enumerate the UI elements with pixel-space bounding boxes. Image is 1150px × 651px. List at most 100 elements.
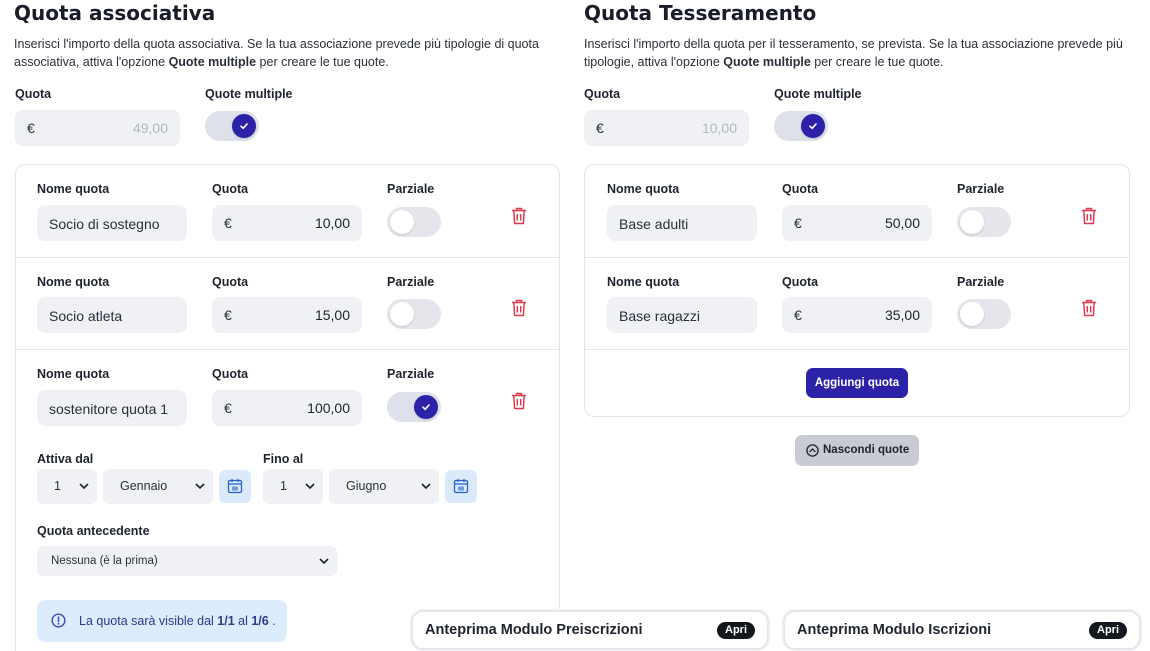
preview-registration-bar[interactable]: Anteprima Modulo Iscrizioni Apri [783,610,1141,650]
check-icon [809,123,817,130]
until-calendar-button[interactable] [445,470,477,503]
right-description: Inserisci l'importo della quota per il t… [584,35,1129,71]
right-multiple-label: Quote multiple [774,87,862,101]
row-name-label: Nome quota [37,367,110,381]
visibility-info-text: La quota sarà visible dal 1/1 al 1/6 . [79,614,276,628]
divider [585,257,1129,258]
row-name-label: Nome quota [607,182,680,196]
info-to-date: 1/6 [251,614,269,628]
left-description: Inserisci l'importo della quota associat… [14,35,560,71]
left-multiple-label: Quote multiple [205,87,293,101]
active-from-month-select[interactable]: Gennaio [103,469,213,504]
until-month-select[interactable]: Giugno [329,469,439,504]
currency-symbol: € [794,215,802,231]
left-multiple-toggle[interactable] [205,111,259,141]
left-quota-input[interactable]: € 49,00 [15,110,180,146]
preview-title: Anteprima Modulo Iscrizioni [797,622,992,638]
preview-title: Anteprima Modulo Preiscrizioni [425,622,643,638]
active-from-label: Attiva dal [37,452,94,466]
currency-symbol: € [224,400,232,416]
open-button[interactable]: Apri [717,622,755,639]
row-name-input[interactable]: Socio di sostegno [37,205,187,241]
left-quota-label: Quota [15,87,52,101]
currency-symbol: € [27,120,35,136]
calendar-icon [453,479,469,494]
right-quota-label: Quota [584,87,621,101]
select-value: 1 [280,479,287,493]
until-day-select[interactable]: 1 [263,469,323,504]
check-icon [422,404,430,411]
row-quota-value: 50,00 [884,215,920,231]
left-title: Quota associativa [14,1,216,25]
row-partial-toggle[interactable] [387,299,441,329]
hide-quotas-button[interactable]: Nascondi quote [795,435,919,466]
left-quota-value: 49,00 [132,120,168,136]
info-from-date: 1/1 [217,614,235,628]
row-quota-value: 15,00 [314,307,350,323]
trash-icon[interactable] [511,392,527,410]
row-quota-label: Quota [782,275,819,289]
row-name-input[interactable]: Base adulti [607,205,757,241]
info-text: al [234,614,252,628]
add-quota-button[interactable]: Aggiungi quota [806,368,908,398]
until-label: Fino al [263,452,304,466]
previous-quota-select[interactable]: Nessuna (è la prima) [37,546,337,576]
row-quota-input[interactable]: € 50,00 [782,205,932,241]
preview-preregistration-bar[interactable]: Anteprima Modulo Preiscrizioni Apri [411,610,769,650]
toggle-knob [390,210,414,234]
check-icon [240,123,248,130]
divider [16,257,559,258]
row-name-input[interactable]: sostenitore quota 1 [37,390,187,426]
row-partial-toggle[interactable] [957,299,1011,329]
row-quota-input[interactable]: € 10,00 [212,205,362,241]
toggle-knob [801,114,825,138]
row-quota-input[interactable]: € 100,00 [212,390,362,426]
row-quota-label: Quota [782,182,819,196]
divider [585,349,1129,350]
chevron-up-circle-icon [806,444,819,457]
select-value: Nessuna (è la prima) [51,555,158,567]
row-partial-label: Parziale [387,367,435,381]
toggle-knob [960,302,984,326]
calendar-icon [227,479,243,494]
row-quota-label: Quota [212,182,249,196]
active-from-calendar-button[interactable] [219,470,251,503]
right-multiple-toggle[interactable] [774,111,828,141]
row-name-label: Nome quota [607,275,680,289]
select-value: Giugno [346,479,387,493]
right-description-bold: Quote multiple [723,55,811,69]
right-quota-input[interactable]: € 10,00 [584,110,749,146]
open-button[interactable]: Apri [1089,622,1127,639]
select-value: Gennaio [120,479,168,493]
row-partial-toggle[interactable] [387,392,441,422]
visibility-info: La quota sarà visible dal 1/1 al 1/6 . [37,600,287,642]
trash-icon[interactable] [511,207,527,225]
chevron-down-icon [195,483,205,490]
currency-symbol: € [224,215,232,231]
active-from-day-select[interactable]: 1 [37,469,97,504]
row-name-input[interactable]: Socio atleta [37,297,187,333]
previous-quota-label: Quota antecedente [37,524,150,538]
row-partial-toggle[interactable] [957,207,1011,237]
toggle-knob [232,114,256,138]
row-quota-value: 10,00 [314,215,350,231]
chevron-down-icon [305,483,315,490]
row-name-input[interactable]: Base ragazzi [607,297,757,333]
right-quota-value: 10,00 [701,120,737,136]
currency-symbol: € [794,307,802,323]
row-quota-value: 35,00 [884,307,920,323]
row-quota-input[interactable]: € 35,00 [782,297,932,333]
trash-icon[interactable] [1081,207,1097,225]
row-quota-input[interactable]: € 15,00 [212,297,362,333]
chevron-down-icon [421,483,431,490]
row-name-label: Nome quota [37,182,110,196]
trash-icon[interactable] [1081,299,1097,317]
row-quota-label: Quota [212,367,249,381]
row-partial-toggle[interactable] [387,207,441,237]
hide-quotas-label: Nascondi quote [823,444,910,456]
info-text: La quota sarà visible dal [79,614,218,628]
toggle-knob [390,302,414,326]
currency-symbol: € [596,120,604,136]
trash-icon[interactable] [511,299,527,317]
right-description-end: per creare le tue quote. [810,55,944,69]
